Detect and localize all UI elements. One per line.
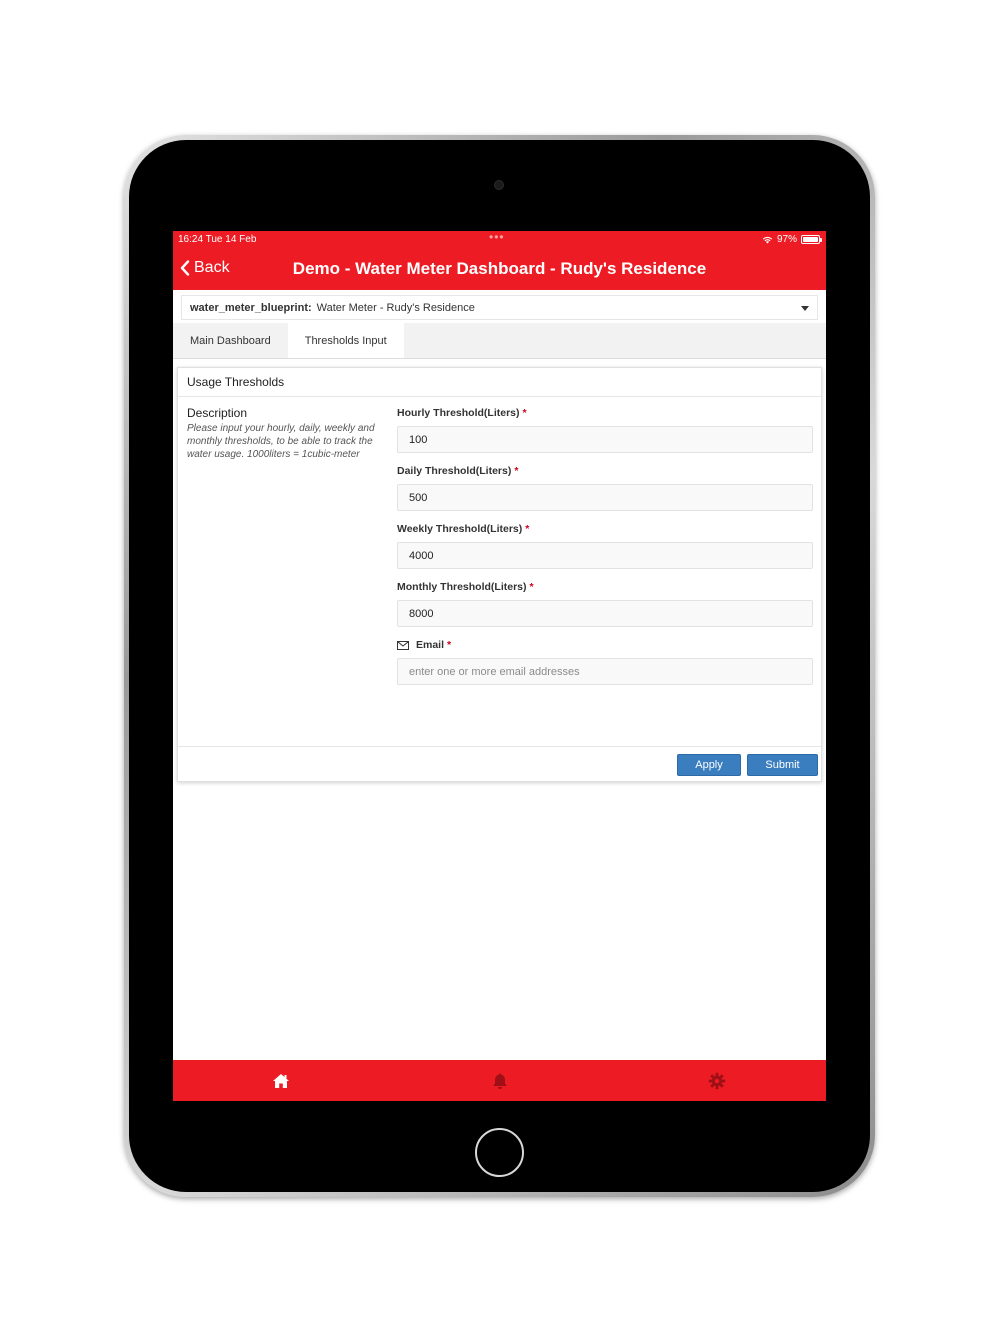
selector-value: Water Meter - Rudy's Residence	[316, 301, 475, 314]
page-title: Demo - Water Meter Dashboard - Rudy's Re…	[292, 259, 707, 278]
weekly-threshold-label: Weekly Threshold(Liters)	[397, 523, 523, 535]
tab-thresholds-input[interactable]: Thresholds Input	[287, 323, 404, 358]
gear-icon	[708, 1072, 726, 1090]
camera-icon	[494, 180, 504, 190]
wifi-icon	[762, 236, 773, 244]
tab-settings[interactable]	[697, 1060, 737, 1101]
tab-main-dashboard[interactable]: Main Dashboard	[173, 323, 288, 358]
required-marker: *	[525, 523, 530, 535]
status-indicators: 97%	[762, 234, 822, 245]
daily-threshold-input[interactable]	[397, 484, 813, 511]
required-marker: *	[447, 639, 452, 651]
monthly-threshold-label: Monthly Threshold(Liters)	[397, 581, 527, 593]
selector-key: water_meter_blueprint:	[190, 301, 312, 314]
daily-threshold-field: Daily Threshold(Liters) *	[397, 464, 813, 511]
daily-threshold-label: Daily Threshold(Liters)	[397, 465, 512, 477]
required-marker: *	[529, 581, 534, 593]
app-screen: 16:24 Tue 14 Feb ••• 97% Back Demo - Wat…	[173, 231, 826, 1101]
email-label: Email	[416, 639, 445, 651]
panel-title: Usage Thresholds	[178, 368, 821, 397]
email-field: Email *	[397, 638, 813, 685]
bell-icon	[493, 1073, 507, 1089]
bottom-tab-bar	[173, 1060, 826, 1101]
weekly-threshold-input[interactable]	[397, 542, 813, 569]
battery-icon	[801, 235, 822, 244]
battery-percent: 97%	[776, 234, 797, 245]
thresholds-form: Hourly Threshold(Liters) * Daily Thresho…	[397, 406, 813, 696]
description-section: Description Please input your hourly, da…	[187, 406, 382, 461]
monthly-threshold-field: Monthly Threshold(Liters) *	[397, 580, 813, 627]
apply-button[interactable]: Apply	[677, 754, 741, 776]
blueprint-selector[interactable]: water_meter_blueprint: Water Meter - Rud…	[181, 295, 818, 320]
submit-button[interactable]: Submit	[747, 754, 818, 776]
hourly-threshold-field: Hourly Threshold(Liters) *	[397, 406, 813, 453]
envelope-icon	[397, 640, 409, 650]
panel-footer: Apply Submit	[178, 746, 821, 781]
monthly-threshold-input[interactable]	[397, 600, 813, 627]
tab-home[interactable]	[261, 1060, 301, 1101]
hourly-threshold-label: Hourly Threshold(Liters)	[397, 407, 520, 419]
caret-down-icon	[801, 306, 809, 311]
tab-alerts[interactable]	[480, 1060, 520, 1101]
email-input[interactable]	[397, 658, 813, 685]
home-icon	[273, 1074, 289, 1088]
multitasking-dots-icon: •••	[489, 231, 505, 244]
navigation-bar: Back Demo - Water Meter Dashboard - Rudy…	[173, 248, 826, 290]
status-bar: 16:24 Tue 14 Feb ••• 97%	[173, 231, 826, 248]
required-marker: *	[514, 465, 519, 477]
main-content: water_meter_blueprint: Water Meter - Rud…	[173, 290, 826, 1060]
weekly-threshold-field: Weekly Threshold(Liters) *	[397, 522, 813, 569]
dashboard-tabs: Main Dashboard Thresholds Input	[173, 323, 826, 359]
usage-thresholds-panel: Usage Thresholds Description Please inpu…	[177, 367, 822, 782]
hourly-threshold-input[interactable]	[397, 426, 813, 453]
description-text: Please input your hourly, daily, weekly …	[187, 423, 375, 460]
home-hardware-button[interactable]	[475, 1128, 524, 1177]
required-marker: *	[522, 407, 527, 419]
status-time: 16:24 Tue 14 Feb	[178, 234, 257, 245]
description-title: Description	[187, 406, 248, 420]
